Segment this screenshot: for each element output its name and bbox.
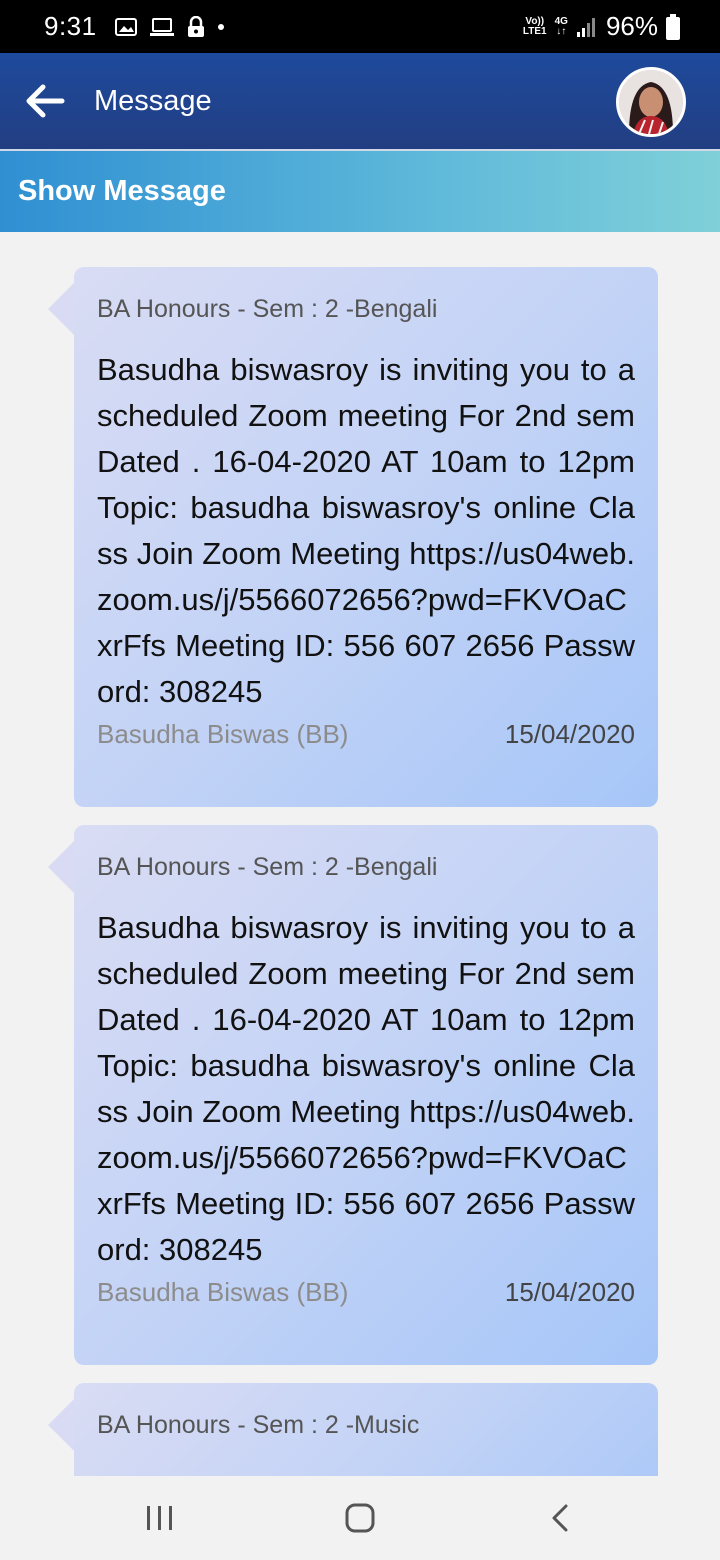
message-footer: Basudha Biswas (BB) 15/04/2020 [97, 1277, 635, 1308]
app-header: Message [0, 53, 720, 149]
message-course: BA Honours - Sem : 2 -Bengali [97, 295, 438, 323]
message-card[interactable]: BA Honours - Sem : 2 -Music [48, 1383, 658, 1476]
message-list[interactable]: BA Honours - Sem : 2 -Bengali Basudha bi… [0, 232, 720, 1476]
nav-back-button[interactable] [520, 1488, 600, 1548]
profile-photo [619, 70, 683, 134]
message-footer: Basudha Biswas (BB) 15/04/2020 [97, 719, 635, 750]
message-body: Basudha biswasroy is inviting you to a s… [97, 910, 635, 1267]
message-card[interactable]: BA Honours - Sem : 2 -Bengali Basudha bi… [48, 267, 658, 807]
back-button[interactable] [0, 53, 90, 149]
status-time: 9:31 [44, 11, 97, 41]
message-date: 15/04/2020 [504, 719, 635, 749]
status-bar: 9:31 Vo)) LTE1 4G ↓↑ 96% [0, 0, 720, 53]
message-date: 15/04/2020 [504, 1277, 635, 1307]
message-card[interactable]: BA Honours - Sem : 2 -Bengali Basudha bi… [48, 825, 658, 1365]
recents-icon [147, 1506, 172, 1530]
section-title: Show Message [18, 175, 226, 207]
message-body: Basudha biswasroy is inviting you to a s… [97, 352, 635, 709]
battery-icon [666, 13, 680, 40]
volte-label: Vo)) LTE1 [522, 15, 547, 37]
page-title: Message [94, 84, 212, 117]
network-type-label: 4G ↓↑ [554, 15, 568, 37]
system-nav-bar [0, 1476, 720, 1560]
signal-icon [576, 17, 595, 37]
chevron-left-icon [552, 1504, 568, 1532]
lock-icon [187, 15, 204, 37]
message-sender: Basudha Biswas (BB) [97, 1277, 349, 1307]
message-course: BA Honours - Sem : 2 -Bengali [97, 853, 438, 881]
battery-percent: 96% [605, 11, 658, 41]
show-message-bar: Show Message [0, 149, 720, 232]
home-button[interactable] [320, 1488, 400, 1548]
message-course: BA Honours - Sem : 2 -Music [97, 1411, 420, 1439]
message-sender: Basudha Biswas (BB) [97, 719, 349, 749]
arrow-left-icon [26, 84, 65, 118]
home-icon [345, 1503, 375, 1533]
gallery-icon [114, 17, 137, 36]
status-system-icons: Vo)) LTE1 4G ↓↑ 96% [523, 11, 680, 42]
avatar[interactable] [616, 67, 686, 137]
status-notification-icons [114, 15, 225, 38]
laptop-icon [149, 17, 174, 36]
recents-button[interactable] [120, 1488, 200, 1548]
dot-icon [217, 23, 224, 30]
